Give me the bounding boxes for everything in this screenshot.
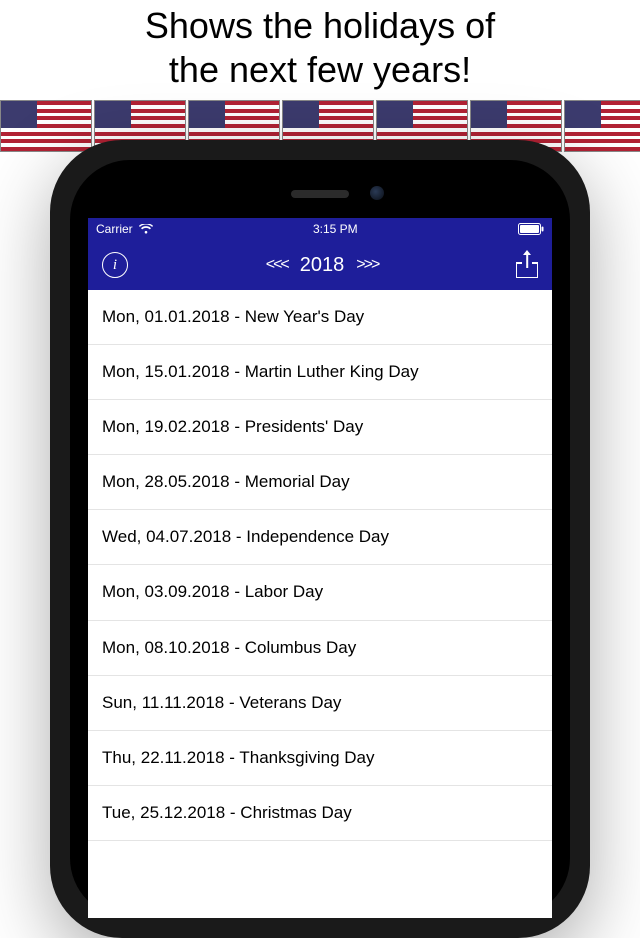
- list-item[interactable]: Mon, 08.10.2018 - Columbus Day: [88, 621, 552, 676]
- list-item[interactable]: Mon, 19.02.2018 - Presidents' Day: [88, 400, 552, 455]
- status-bar: Carrier 3:15 PM: [88, 218, 552, 240]
- nav-bar: i <<< 2018 >>>: [88, 240, 552, 290]
- share-button[interactable]: [516, 252, 538, 278]
- device-camera: [370, 186, 384, 200]
- prev-year-button[interactable]: <<<: [266, 256, 288, 274]
- info-button[interactable]: i: [102, 252, 128, 278]
- list-item[interactable]: Mon, 15.01.2018 - Martin Luther King Day: [88, 345, 552, 400]
- holiday-list[interactable]: Mon, 01.01.2018 - New Year's DayMon, 15.…: [88, 290, 552, 841]
- list-item[interactable]: Mon, 03.09.2018 - Labor Day: [88, 565, 552, 620]
- list-item[interactable]: Tue, 25.12.2018 - Christmas Day: [88, 786, 552, 841]
- headline-line-1: Shows the holidays of: [145, 5, 495, 46]
- list-item[interactable]: Mon, 01.01.2018 - New Year's Day: [88, 290, 552, 345]
- wifi-icon: [139, 224, 153, 234]
- list-item[interactable]: Mon, 28.05.2018 - Memorial Day: [88, 455, 552, 510]
- marketing-headline: Shows the holidays of the next few years…: [0, 0, 640, 100]
- device-frame: Carrier 3:15 PM i <<<: [50, 140, 590, 938]
- list-item[interactable]: Thu, 22.11.2018 - Thanksgiving Day: [88, 731, 552, 786]
- status-time: 3:15 PM: [313, 222, 358, 236]
- next-year-button[interactable]: >>>: [356, 256, 378, 274]
- carrier-label: Carrier: [96, 222, 133, 236]
- year-label: 2018: [300, 254, 345, 277]
- device-speaker: [291, 190, 349, 198]
- battery-icon: [518, 223, 544, 235]
- app-screen: Carrier 3:15 PM i <<<: [88, 218, 552, 918]
- list-item[interactable]: Sun, 11.11.2018 - Veterans Day: [88, 676, 552, 731]
- list-item[interactable]: Wed, 04.07.2018 - Independence Day: [88, 510, 552, 565]
- headline-line-2: the next few years!: [169, 49, 471, 90]
